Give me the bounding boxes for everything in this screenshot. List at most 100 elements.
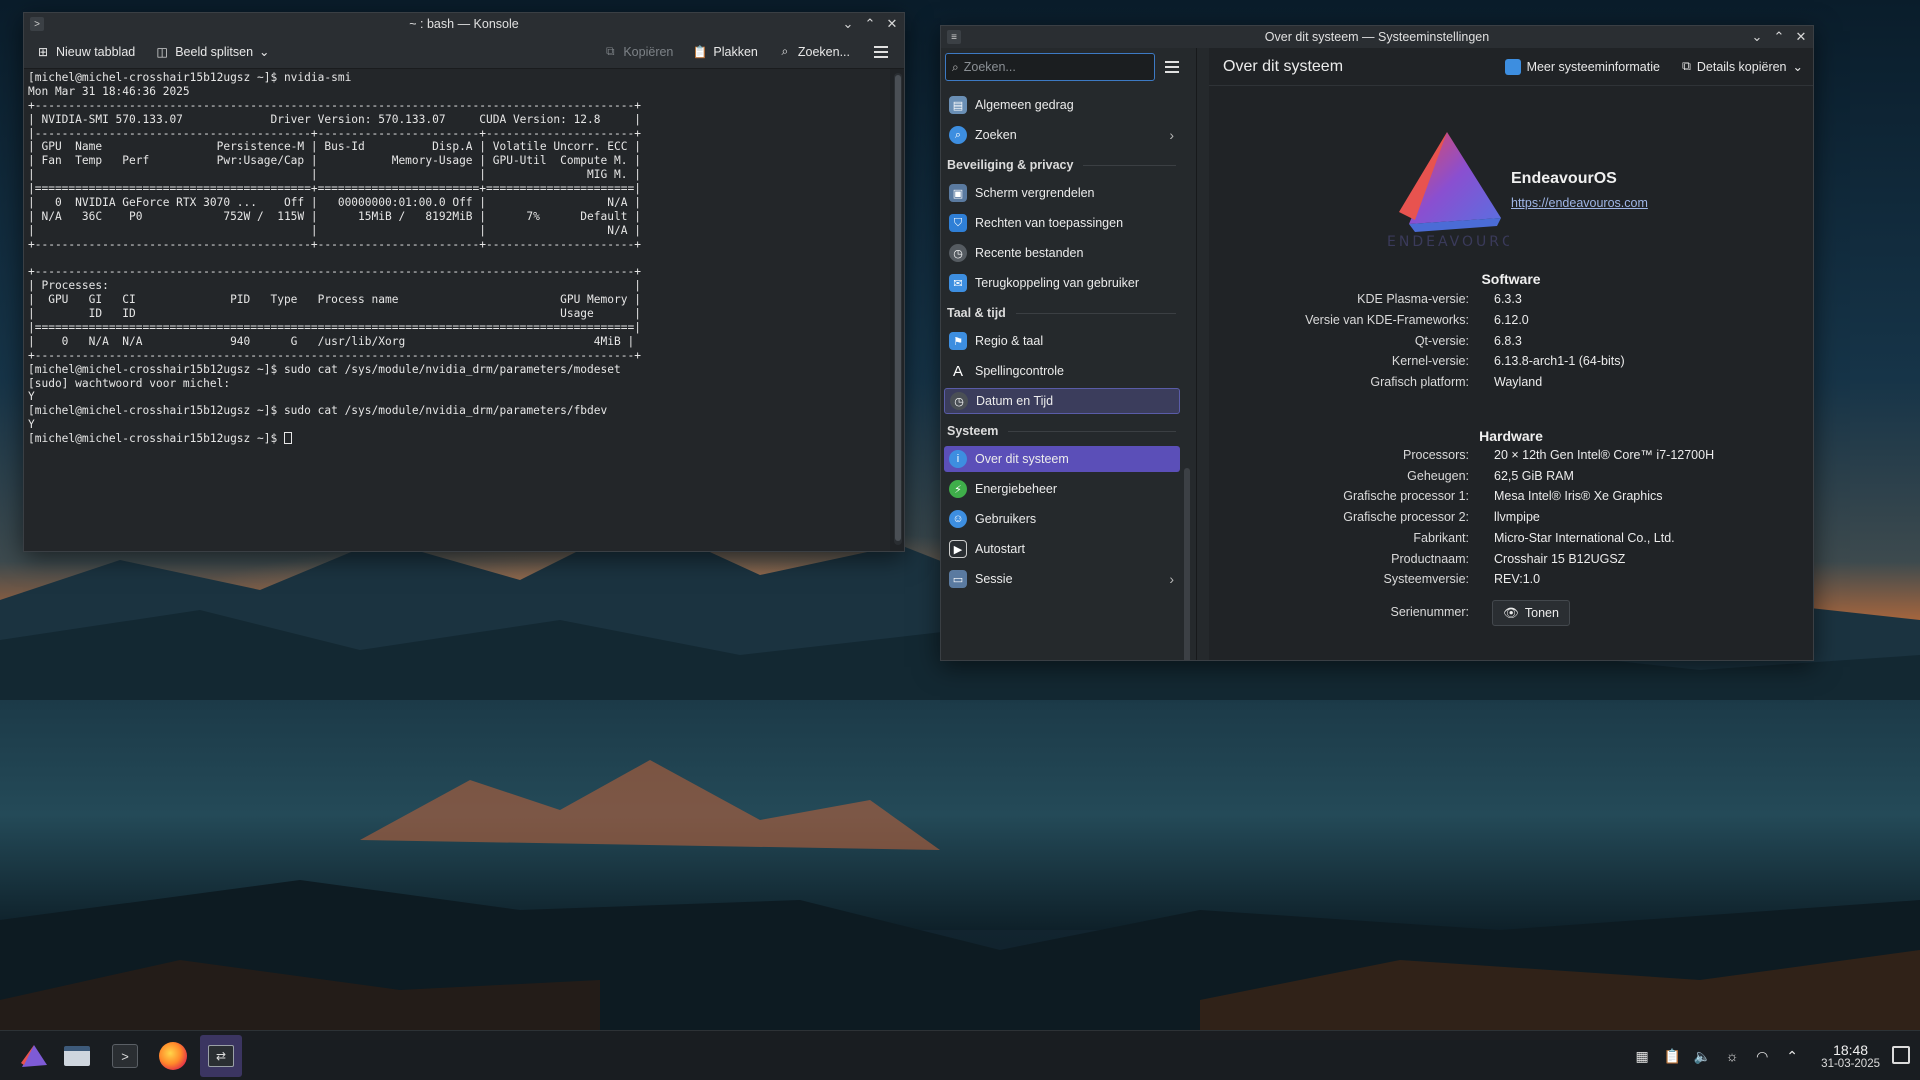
- hardware-info-row: Processors: 20 × 12th Gen Intel® Core™ i7…: [1209, 448, 1813, 469]
- software-info-row: Qt-versie: 6.8.3: [1209, 334, 1813, 355]
- minimize-icon[interactable]: ⌄: [1751, 26, 1763, 48]
- terminal-line: | GPU Name Persistence-M | Bus-Id Disp.A…: [28, 140, 641, 154]
- clipboard-icon[interactable]: 📋: [1663, 1047, 1681, 1065]
- terminal-line: [michel@michel-crosshair15b12ugsz ~]$ su…: [28, 362, 621, 376]
- copy-icon: ⧉: [606, 44, 615, 58]
- sidebar-item-general[interactable]: ▤ Algemeen gedrag: [944, 92, 1180, 118]
- sidebar-item-users[interactable]: ☺ Gebruikers: [944, 506, 1180, 532]
- split-view-icon: ◫: [156, 44, 168, 59]
- section-system: Systeem: [944, 418, 1180, 444]
- page-header: Over dit systeem Meer systeeminformatie …: [1209, 48, 1813, 86]
- maximize-icon[interactable]: ⌃: [1773, 26, 1785, 48]
- clock-date: 31-03-2025: [1821, 1058, 1880, 1070]
- minimize-icon[interactable]: ⌄: [842, 13, 854, 35]
- search-icon: ⌕: [949, 126, 967, 144]
- firefox-button[interactable]: [152, 1035, 194, 1077]
- hardware-info-label: Geheugen:: [1407, 468, 1469, 483]
- display-config-icon[interactable]: ▦: [1633, 1047, 1651, 1065]
- feedback-icon: ✉: [949, 274, 967, 292]
- terminal-icon[interactable]: >: [30, 17, 44, 31]
- sidebar-item-autostart[interactable]: ▶ Autostart: [944, 536, 1180, 562]
- clock-icon: ◷: [949, 244, 967, 262]
- terminal-line: | GPU GI CI PID Type Process name GPU Me…: [28, 293, 641, 307]
- spellcheck-icon: A: [952, 362, 963, 380]
- terminal-line: |=======================================…: [28, 321, 641, 335]
- hardware-info-label: Systeemversie:: [1383, 572, 1469, 587]
- software-info-row: Grafisch platform: Wayland: [1209, 375, 1813, 396]
- sidebar-item-search[interactable]: ⌕ Zoeken ›: [944, 122, 1180, 148]
- split-view-button[interactable]: ◫ Beeld splitsen ⌄: [155, 44, 270, 60]
- paste-button[interactable]: 📋 Plakken: [693, 45, 758, 59]
- konsole-taskbar-button[interactable]: >: [104, 1035, 146, 1077]
- sidebar-item-date-time[interactable]: ◷ Datum en Tijd: [944, 388, 1180, 414]
- screen-lock-icon: ▣: [949, 184, 967, 202]
- brightness-icon[interactable]: ☼: [1723, 1047, 1741, 1065]
- page-title: Over dit systeem: [1223, 57, 1344, 75]
- menu-icon[interactable]: [870, 41, 892, 63]
- file-manager-button[interactable]: [56, 1035, 98, 1077]
- sidebar-item-recent-files[interactable]: ◷ Recente bestanden: [944, 240, 1180, 266]
- terminal-line: +---------------------------------------…: [28, 265, 641, 279]
- sidebar-item-power-management[interactable]: ⚡ Energiebeheer: [944, 476, 1180, 502]
- hardware-info-label: Fabrikant:: [1413, 530, 1469, 545]
- hardware-info-value: Micro-Star International Co., Ltd.: [1494, 530, 1675, 545]
- software-info-row: Versie van KDE-Frameworks: 6.12.0: [1209, 313, 1813, 334]
- terminal-scrollbar[interactable]: [894, 73, 902, 545]
- show-serial-button[interactable]: 👁 Tonen: [1492, 600, 1570, 626]
- software-info-row: KDE Plasma-versie: 6.3.3: [1209, 292, 1813, 313]
- terminal-line: Y: [28, 390, 35, 404]
- hardware-info-row: Grafische processor 1: Mesa Intel® Iris® …: [1209, 489, 1813, 510]
- software-info-label: Grafisch platform:: [1370, 375, 1469, 390]
- sidebar-item-about-system[interactable]: i Over dit systeem: [944, 446, 1180, 472]
- sidebar-scrollbar[interactable]: [1184, 468, 1190, 660]
- find-button[interactable]: ⌕ Zoeken...: [778, 44, 851, 59]
- serial-number-label: Serienummer:: [1390, 605, 1470, 619]
- chevron-right-icon: ›: [1169, 571, 1174, 587]
- shield-icon: ⛉: [949, 214, 967, 232]
- system-settings-taskbar-button[interactable]: ⇄: [200, 1035, 242, 1077]
- distro-url-link[interactable]: https://endeavouros.com: [1511, 196, 1648, 210]
- volume-icon[interactable]: 🔈: [1693, 1047, 1711, 1065]
- sidebar-item-app-permissions[interactable]: ⛉ Rechten van toepassingen: [944, 210, 1180, 236]
- more-system-info-button[interactable]: Meer systeeminformatie: [1504, 58, 1660, 75]
- show-desktop-button[interactable]: [1892, 1046, 1910, 1064]
- search-field[interactable]: ⌕: [945, 53, 1155, 81]
- settings-window: ≡ Over dit systeem — Systeeminstellingen…: [940, 25, 1814, 661]
- window-title: ~ : bash — Konsole: [409, 17, 519, 31]
- terminal-line: |---------------------------------------…: [28, 126, 641, 140]
- settings-titlebar[interactable]: ≡ Over dit systeem — Systeeminstellingen…: [941, 26, 1813, 48]
- info-icon: i: [949, 450, 967, 468]
- hardware-info-value: 20 × 12th Gen Intel® Core™ i7-12700H: [1494, 448, 1715, 462]
- chevron-up-icon[interactable]: ⌃: [1783, 1047, 1801, 1065]
- sidebar-item-user-feedback[interactable]: ✉ Terugkoppeling van gebruiker: [944, 270, 1180, 296]
- copy-details-button[interactable]: ⧉ Details kopiëren ⌄: [1682, 59, 1803, 74]
- sidebar-item-session[interactable]: ▭ Sessie ›: [944, 566, 1180, 592]
- sidebar-item-spellcheck[interactable]: A Spellingcontrole: [944, 358, 1180, 384]
- app-launcher-button[interactable]: [12, 1035, 54, 1077]
- close-icon[interactable]: ✕: [1795, 26, 1807, 48]
- search-icon: ⌕: [952, 59, 959, 74]
- distro-name: EndeavourOS: [1511, 170, 1617, 187]
- users-icon: ☺: [949, 510, 967, 528]
- section-security-privacy: Beveiliging & privacy: [944, 152, 1180, 178]
- hardware-info-row: Systeemversie: REV:1.0: [1209, 572, 1813, 593]
- settings-app-icon[interactable]: ≡: [947, 30, 961, 44]
- close-icon[interactable]: ✕: [886, 13, 898, 35]
- maximize-icon[interactable]: ⌃: [864, 13, 876, 35]
- copy-button[interactable]: ⧉ Kopiëren: [603, 44, 673, 59]
- hardware-info-label: Grafische processor 2:: [1343, 510, 1469, 525]
- battery-icon: ⚡: [949, 480, 967, 498]
- wifi-icon[interactable]: ◠: [1753, 1047, 1771, 1065]
- konsole-titlebar[interactable]: > ~ : bash — Konsole ⌄ ⌃ ✕: [24, 13, 904, 35]
- clock[interactable]: 18:48 31-03-2025: [1821, 1042, 1880, 1070]
- search-input[interactable]: [963, 60, 1144, 74]
- menu-icon[interactable]: [1161, 56, 1183, 78]
- endeavouros-logo: ENDEAVOUROS: [1379, 128, 1679, 250]
- terminal-output[interactable]: [michel@michel-crosshair15b12ugsz ~]$ nv…: [24, 69, 890, 551]
- general-behavior-icon: ▤: [949, 96, 967, 114]
- sidebar-item-screen-lock[interactable]: ▣ Scherm vergrendelen: [944, 180, 1180, 206]
- sidebar-item-region-language[interactable]: ⚑ Regio & taal: [944, 328, 1180, 354]
- new-tab-button[interactable]: ⊞ Nieuw tabblad: [36, 45, 135, 59]
- window-title: Over dit systeem — Systeeminstellingen: [1264, 30, 1490, 44]
